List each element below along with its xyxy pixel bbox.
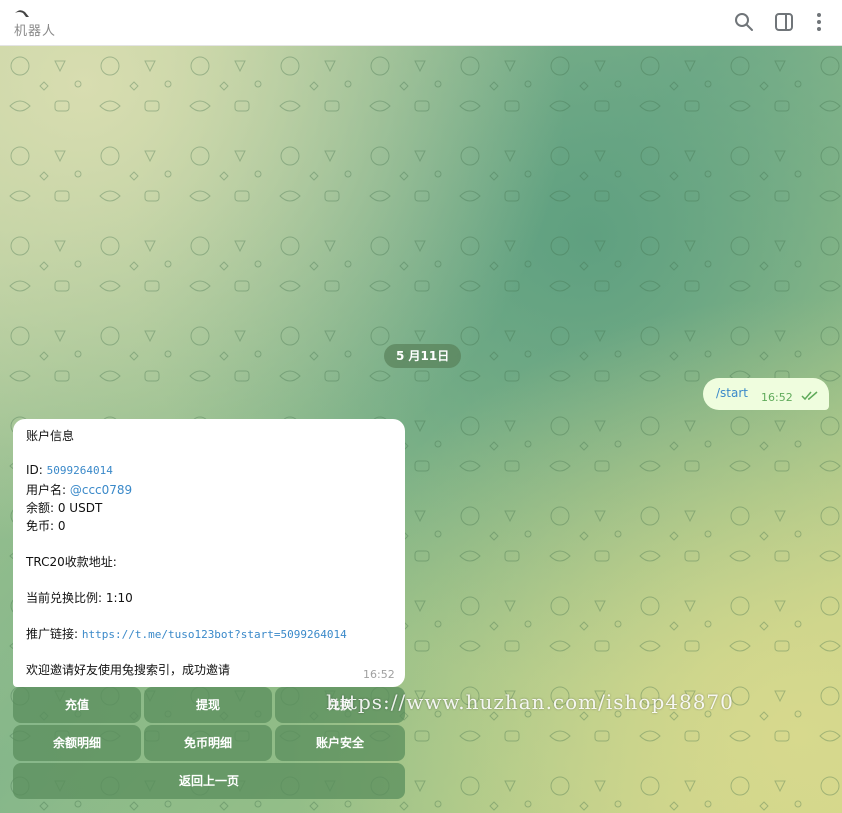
promo-link-label: 推广链接: (26, 627, 82, 641)
account-id-label: ID: (26, 463, 47, 477)
message-time: 16:52 (363, 668, 395, 681)
watermark: https://www.huzhan.com/ishop48870 (326, 690, 734, 714)
account-info-title: 账户信息 (26, 429, 75, 443)
coins-row: 免币: 0 (26, 519, 66, 533)
balance-details-button[interactable]: 余额明细 (13, 725, 141, 761)
double-check-icon (801, 391, 818, 401)
promo-link-row: 推广链接: https://t.me/tuso123bot?start=5099… (26, 625, 347, 642)
outgoing-message[interactable]: /start 16:52 (703, 378, 829, 410)
withdraw-button[interactable]: 提现 (144, 687, 272, 723)
bot-logo-icon (15, 10, 29, 17)
message-text[interactable]: /start (716, 386, 748, 400)
trc20-address-row: TRC20收款地址: (26, 555, 117, 569)
sidebar-toggle-icon[interactable] (773, 11, 795, 33)
chat-header: 机器人 (0, 0, 842, 46)
coin-details-button[interactable]: 免币明细 (144, 725, 272, 761)
date-separator: 5 月11日 (384, 344, 462, 368)
account-id-row: ID: 5099264014 (26, 463, 113, 477)
exchange-ratio-row: 当前兑换比例: 1:10 (26, 591, 133, 605)
invite-row: 欢迎邀请好友使用兔搜索引，成功邀请 (26, 663, 231, 677)
recharge-button[interactable]: 充值 (13, 687, 141, 723)
username-link[interactable]: @ccc0789 (70, 483, 132, 497)
incoming-message[interactable]: 账户信息 ID: 5099264014 用户名: @ccc0789 余额: 0 … (13, 419, 405, 687)
account-id-value[interactable]: 5099264014 (47, 464, 113, 477)
back-button[interactable]: 返回上一页 (13, 763, 405, 799)
promo-link[interactable]: https://t.me/tuso123bot?start=5099264014 (82, 628, 347, 641)
balance-row: 余额: 0 USDT (26, 501, 103, 515)
chat-area[interactable]: 5 月11日 /start 16:52 账户信息 ID: 5099264014 … (0, 46, 842, 813)
username-row: 用户名: @ccc0789 (26, 481, 132, 498)
more-vertical-icon[interactable] (808, 11, 830, 33)
search-icon[interactable] (733, 11, 755, 33)
account-security-button[interactable]: 账户安全 (275, 725, 405, 761)
chat-title[interactable]: 机器人 (14, 20, 56, 39)
username-label: 用户名: (26, 483, 70, 497)
message-time: 16:52 (761, 391, 793, 404)
